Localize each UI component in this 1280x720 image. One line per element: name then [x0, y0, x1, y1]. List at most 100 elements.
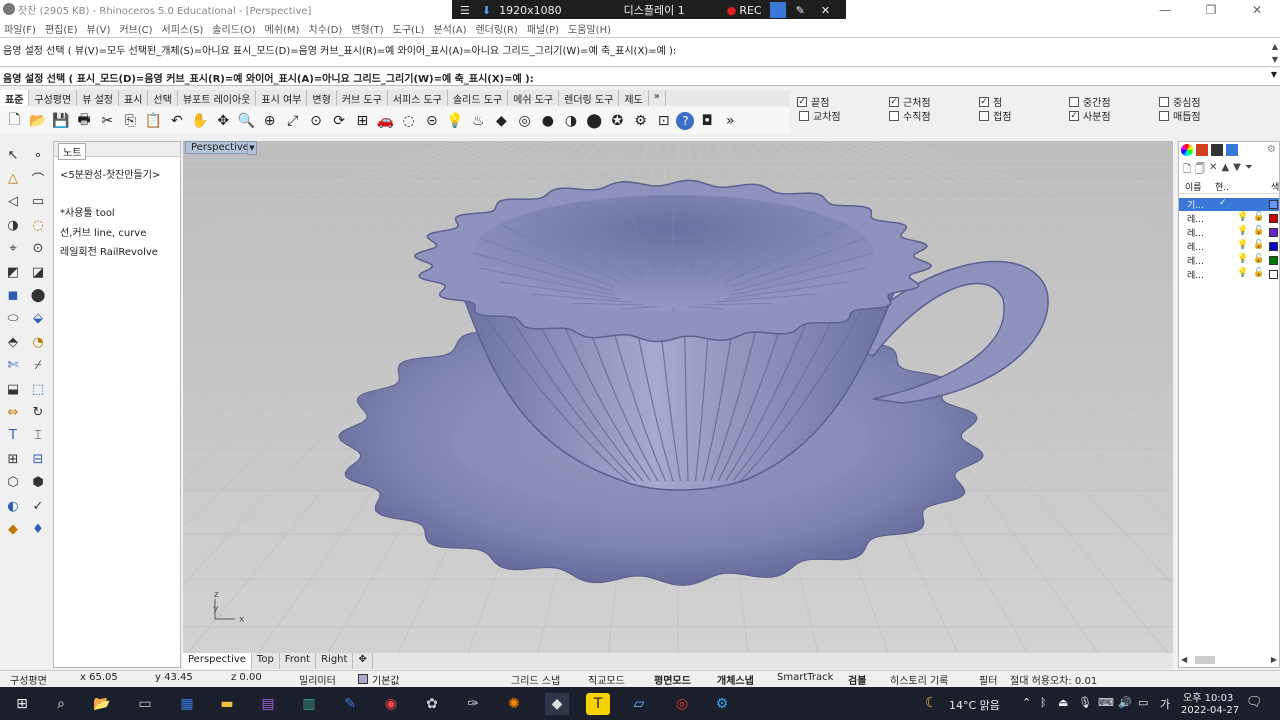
pen-icon[interactable]: ✎: [796, 4, 805, 17]
notes-tab[interactable]: 노트: [58, 143, 87, 160]
display-panel-icon[interactable]: [1211, 144, 1223, 156]
osnap-tan[interactable]: 접점: [979, 108, 1011, 123]
store-icon[interactable]: ▦: [175, 693, 199, 715]
boolean-icon[interactable]: ⬘: [3, 332, 23, 352]
status-grid-snap[interactable]: 그리드 스냅: [511, 672, 560, 687]
box-icon[interactable]: ◼: [3, 285, 23, 305]
network-icon[interactable]: ⌨: [1098, 696, 1114, 709]
new-icon[interactable]: 🗋: [4, 110, 25, 131]
pen-app-icon[interactable]: ✑: [461, 693, 485, 715]
battery-icon[interactable]: ▭: [1138, 696, 1148, 709]
surface-icon[interactable]: ◩: [3, 262, 23, 282]
settings-icon[interactable]: ⚙: [630, 110, 651, 131]
plugin-icon[interactable]: ◘: [697, 110, 718, 131]
camera-panel-icon[interactable]: [1226, 144, 1238, 156]
tab-more[interactable]: »: [649, 90, 666, 106]
document-icon[interactable]: ▱: [627, 693, 651, 715]
menu-surface[interactable]: 서피스(S): [162, 21, 204, 36]
layer-row[interactable]: 레... 💡 🔓: [1179, 254, 1279, 267]
extrude-icon[interactable]: ⬙: [28, 309, 48, 329]
cut-tool-icon[interactable]: ⊡: [653, 110, 674, 131]
filter-icon[interactable]: ⏷: [1245, 162, 1253, 179]
tab-cplanes[interactable]: 구성평면: [29, 90, 78, 106]
rec-label[interactable]: REC: [739, 4, 761, 17]
calculator-icon[interactable]: ▥: [297, 693, 321, 715]
menu-help[interactable]: 도움말(H): [568, 21, 611, 36]
viewtab-front[interactable]: Front: [280, 653, 317, 669]
menu-view[interactable]: 뷰(V): [87, 21, 111, 36]
polygon-icon[interactable]: ◑: [3, 215, 23, 235]
material-icon[interactable]: ◆: [491, 110, 512, 131]
osnap-point[interactable]: ✓ 점: [979, 94, 1002, 109]
viewport-title[interactable]: Perspective: [185, 141, 255, 154]
usb-icon[interactable]: ⏏: [1058, 696, 1068, 709]
gear-icon[interactable]: ⚙: [1267, 144, 1276, 155]
perspective-viewport[interactable]: z y x Perspective ▼: [183, 141, 1173, 653]
split-icon[interactable]: ⌿: [28, 356, 48, 376]
block-icon[interactable]: ⬢: [28, 473, 48, 493]
layer-color-swatch[interactable]: [1269, 228, 1278, 237]
tab-solid-tools[interactable]: 솔리드 도구: [448, 90, 509, 106]
layer-color-swatch[interactable]: [1269, 200, 1278, 209]
tab-viewport-layout[interactable]: 뷰포트 레이아웃: [178, 90, 257, 106]
explorer-icon[interactable]: ▬: [215, 693, 239, 715]
status-ortho[interactable]: 직교모드: [588, 672, 625, 687]
new-sublayer-icon[interactable]: 🗍: [1195, 162, 1205, 179]
search-icon[interactable]: ⌕: [49, 693, 73, 715]
sphere-tool-icon[interactable]: ⬤: [28, 285, 48, 305]
kakaotalk-icon[interactable]: T: [586, 693, 610, 715]
viewtab-top[interactable]: Top: [252, 653, 280, 669]
viewport-canvas[interactable]: z y x: [183, 141, 1173, 653]
menu-file[interactable]: 파일(F): [4, 21, 36, 36]
new-layer-icon[interactable]: 🗋: [1183, 162, 1191, 179]
layer-row[interactable]: 레... 💡 🔓: [1179, 226, 1279, 239]
hide-icon[interactable]: ◌: [398, 110, 419, 131]
record-app-icon[interactable]: ◎: [670, 693, 694, 715]
close-button[interactable]: ✕: [1234, 0, 1280, 19]
sphere-icon[interactable]: ●: [537, 110, 558, 131]
copy-icon[interactable]: ⎘: [120, 110, 141, 131]
notes-app-icon[interactable]: ✎: [338, 693, 362, 715]
viewtab-right[interactable]: Right: [316, 653, 354, 669]
viewport-menu-icon[interactable]: ▼: [247, 141, 257, 155]
osnap-knot[interactable]: 매듭점: [1159, 108, 1201, 123]
menu-solid[interactable]: 솔리드(O): [212, 21, 255, 36]
taskview-icon[interactable]: ▭: [133, 693, 157, 715]
tab-visibility[interactable]: 표시 여부: [256, 90, 308, 106]
visibility-icon[interactable]: 💡: [1237, 226, 1248, 236]
maximize-button[interactable]: ❐: [1188, 0, 1234, 19]
delete-layer-icon[interactable]: ✕: [1209, 162, 1217, 179]
tab-select[interactable]: 선택: [148, 90, 178, 106]
analyze-icon[interactable]: ◐: [3, 496, 23, 516]
command-line[interactable]: 음영 설정 선택 ( 표시_모드(D)=음영 커브_표시(R)=예 와이어_표시…: [0, 68, 1280, 86]
rotate-icon[interactable]: ↻: [28, 402, 48, 422]
tray-chevron-icon[interactable]: ⌃: [1022, 696, 1031, 709]
fillet-icon[interactable]: ◔: [28, 332, 48, 352]
four-view-icon[interactable]: ⊞: [352, 110, 373, 131]
move-view-icon[interactable]: ✥: [213, 110, 234, 131]
trim-icon[interactable]: ✄: [3, 356, 23, 376]
paste-icon[interactable]: 📋: [143, 110, 164, 131]
toolbar-overflow-icon[interactable]: »: [720, 110, 741, 131]
dimension-icon[interactable]: ⌶: [28, 426, 48, 446]
paint-icon[interactable]: ♦: [28, 519, 48, 539]
text-icon[interactable]: T: [3, 426, 23, 446]
status-filter[interactable]: 필터: [979, 672, 997, 687]
menu-render[interactable]: 렌더링(R): [475, 21, 517, 36]
lock-icon[interactable]: 🔓: [1253, 240, 1264, 250]
status-smarttrack[interactable]: SmartTrack: [777, 672, 833, 683]
paint-icon[interactable]: ✿: [420, 693, 444, 715]
menu-tools[interactable]: 도구(L): [393, 21, 425, 36]
lock-icon[interactable]: 🔓: [1253, 212, 1264, 222]
mic-icon[interactable]: 🎙: [1078, 696, 1092, 709]
tab-surface-tools[interactable]: 서피스 도구: [388, 90, 448, 106]
osnap-perp[interactable]: 수직점: [889, 108, 931, 123]
notification-icon[interactable]: 🗨: [1246, 695, 1263, 710]
circle-icon[interactable]: ▭: [28, 192, 48, 212]
tab-set-view[interactable]: 뷰 설정: [77, 90, 119, 106]
bluetooth-icon[interactable]: ᛒ: [1040, 696, 1047, 709]
layer-row[interactable]: 레... 💡 🔓: [1179, 268, 1279, 281]
status-planar[interactable]: 평면모드: [654, 672, 691, 687]
mirror-icon[interactable]: ⇔: [3, 402, 23, 422]
freeform-icon[interactable]: ⊙: [28, 239, 48, 259]
